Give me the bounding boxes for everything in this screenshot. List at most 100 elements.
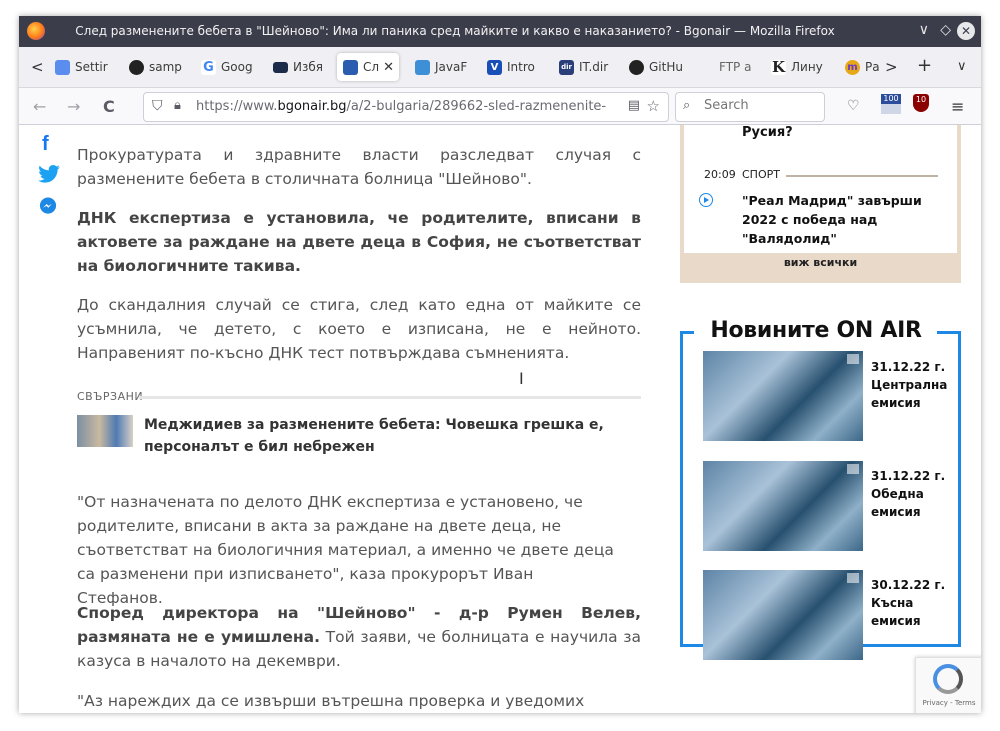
new-tab-button[interactable]: + [917,55,932,76]
latest-news-box: Русия? 20:09 СПОРТ "Реал Мадрид" завърши… [680,125,961,283]
tab-label: Избя [293,60,323,74]
recaptcha-text[interactable]: Privacy - Terms [916,699,981,707]
tab-javafx[interactable]: JavaF [415,53,471,81]
v-icon: V [487,59,502,75]
tab-intro[interactable]: V Intro [487,53,543,81]
video-caption[interactable]: 31.12.22 г. Централна емисия [871,358,951,412]
maximize-button[interactable]: ◇ [940,22,951,38]
tab-label: Ра [865,60,879,74]
settings-icon [55,59,70,75]
url-text[interactable]: https://www.bgonair.bg/a/2-bulgaria/2896… [196,99,606,114]
window-title: След разменените бебета в "Шейново": Има… [75,24,835,38]
video-caption[interactable]: 31.12.22 г. Обедна емисия [871,467,951,521]
recaptcha-badge[interactable]: Privacy - Terms [915,657,981,713]
page-content: f Прокуратурата и здравните власти разсл… [19,125,981,713]
menu-button[interactable]: ≡ [951,97,964,116]
tab-google[interactable]: G Goog [201,53,259,81]
recaptcha-icon [933,664,963,694]
article-paragraph-3: До скандалния случай се стига, след като… [77,296,641,362]
reader-view-icon[interactable]: ▤ [628,98,640,113]
navigation-bar: ← → C ⛉ 🔒︎ https://www.bgonair.bg/a/2-bu… [19,88,981,125]
latest-news-list: Русия? 20:09 СПОРТ "Реал Мадрид" завърши… [684,125,957,253]
bgonair-icon [343,59,358,75]
twitter-share-icon[interactable] [38,165,60,183]
javafx-icon [415,59,430,75]
title-bar: След разменените бебета в "Шейново": Има… [19,16,981,47]
back-button[interactable]: ← [33,97,46,116]
video-thumbnail[interactable] [703,570,863,660]
pocket-icon[interactable]: ♡ [847,98,867,118]
onair-border-right [937,331,961,334]
minimize-button[interactable]: ∨ [919,22,929,38]
tab-scroll-right-button[interactable]: > [885,58,898,76]
news-site-icon [273,61,288,73]
news-item-tail[interactable]: Русия? [742,125,793,140]
facebook-share-icon[interactable]: f [42,133,49,156]
play-icon[interactable] [699,193,713,207]
tab-label: samp [149,60,182,74]
channel-logo-icon [847,573,859,583]
text-cursor-icon: I [519,369,524,388]
tab-news[interactable]: Избя [273,53,331,81]
reload-button[interactable]: C [103,97,115,116]
search-icon: ⌕ [683,98,691,113]
tab-label: FTP a [719,60,752,74]
extension-100-icon[interactable]: 100 [881,94,901,114]
tab-label: JavaF [435,60,468,74]
article-paragraph-4: "От назначената по делото ДНК експертиза… [77,493,614,607]
tab-label: IT.dir [579,60,609,74]
lock-icon[interactable]: 🔒︎ [174,98,181,113]
related-thumbnail[interactable] [77,415,133,447]
tab-github-sample[interactable]: samp [129,53,187,81]
news-category[interactable]: СПОРТ [742,168,780,181]
tab-github[interactable]: GitHu [629,53,687,81]
related-article-link[interactable]: Меджидиев за разменените бебета: Човешка… [144,414,604,458]
tab-label: Settir [75,60,108,74]
related-label: СВЪРЗАНИ [77,390,144,403]
k-icon: K [771,57,786,76]
tab-label: Сл [363,60,380,74]
article-paragraph-1: Прокуратурата и здравните власти разслед… [77,146,641,188]
search-bar[interactable]: ⌕ [675,92,825,122]
tab-bgonair-active[interactable]: Сл ✕ [337,53,399,81]
tab-bar: < Settir samp G Goog Избя Сл ✕ JavaF V I… [19,47,981,88]
search-input[interactable] [702,97,816,114]
tracking-protection-shield-icon[interactable]: ⛉ [152,98,163,114]
tab-label: Лину [791,60,823,74]
video-thumbnail[interactable] [703,351,863,441]
news-headline[interactable]: "Реал Мадрид" завърши 2022 с победа над … [742,191,942,248]
tab-linux[interactable]: K Лину [771,53,829,81]
forward-button[interactable]: → [67,97,80,116]
channel-logo-icon [847,354,859,364]
news-time: 20:09 [704,168,736,181]
list-all-tabs-button[interactable]: ∨ [957,59,967,74]
video-caption[interactable]: 30.12.22 г. Късна емисия [871,576,951,630]
ublock-icon[interactable]: 10 [913,94,933,114]
tab-scroll-left-button[interactable]: < [31,58,44,76]
tab-close-icon[interactable]: ✕ [383,60,394,75]
close-button[interactable]: ✕ [957,22,975,40]
video-thumbnail[interactable] [703,461,863,551]
tab-ftp[interactable]: FTP a [719,53,757,81]
tab-label: GitHu [649,60,683,74]
google-icon: G [201,59,216,75]
m-icon: m [845,59,860,75]
article-paragraph-6: "Аз нареждих да се извърши вътрешна пров… [77,692,585,710]
dir-icon: dir [559,59,574,75]
tab-ra[interactable]: m Ра [845,53,879,81]
see-all-link[interactable]: виж всички [680,256,961,269]
url-bar[interactable]: ⛉ 🔒︎ https://www.bgonair.bg/a/2-bulgaria… [143,92,669,122]
tab-label: Goog [221,60,253,74]
bookmark-star-icon[interactable]: ☆ [647,97,660,115]
onair-title: Новините ON AIR [710,318,922,343]
onair-border-left [680,331,694,334]
tab-settings[interactable]: Settir [55,53,113,81]
category-divider [786,175,938,177]
article-paragraph-2: ДНК експертиза е установила, че родители… [77,209,641,275]
tab-itdir[interactable]: dir IT.dir [559,53,615,81]
messenger-share-icon[interactable] [39,197,57,215]
github-icon [129,59,144,75]
firefox-logo-icon [27,22,45,40]
related-divider [139,396,641,399]
tab-label: Intro [507,60,535,74]
